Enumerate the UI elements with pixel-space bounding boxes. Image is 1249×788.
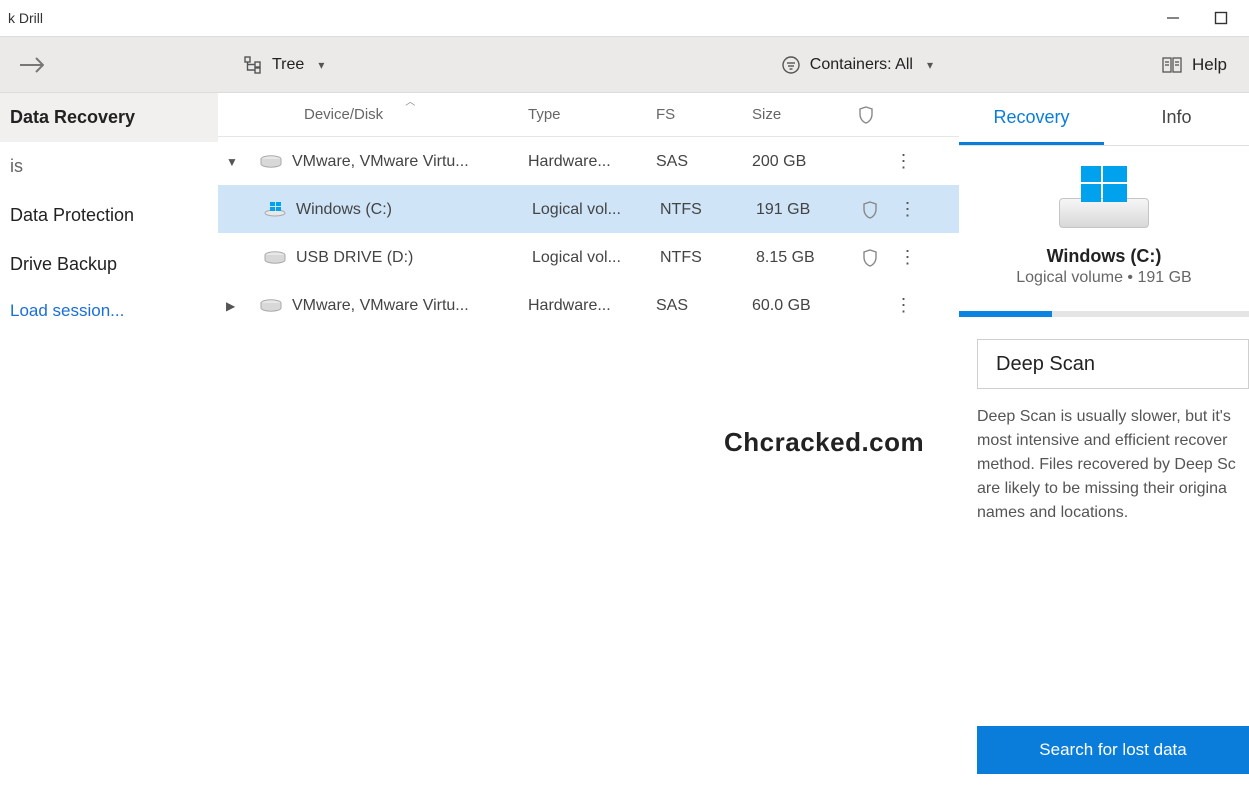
right-panel: Help Recovery Info Windows (C:) Logical … [959, 36, 1249, 788]
tabs: Recovery Info [959, 93, 1249, 146]
title-bar: k Drill [0, 0, 1249, 36]
col-type[interactable]: Type [522, 106, 650, 123]
window-title: k Drill [8, 10, 43, 26]
sidebar-item-data-recovery[interactable]: Data Recovery [0, 93, 218, 142]
device-size: 200 GB [746, 153, 846, 171]
device-fs: SAS [650, 153, 746, 171]
sidebar: Data RecoveryisData ProtectionDrive Back… [0, 36, 218, 788]
containers-dropdown[interactable]: Containers: All ▾ [782, 56, 933, 74]
device-name: USB DRIVE (D:) [296, 249, 413, 267]
scan-mode-select[interactable]: Deep Scan [977, 339, 1249, 389]
load-session-link[interactable]: Load session... [0, 289, 218, 333]
device-size: 191 GB [750, 201, 850, 219]
col-protection[interactable] [846, 106, 886, 124]
sidebar-item-is[interactable]: is [0, 142, 218, 191]
main-content: Tree ▾ Containers: All ▾ Device/Disk︿ Ty… [218, 36, 959, 788]
device-size: 60.0 GB [746, 297, 846, 315]
device-size: 8.15 GB [750, 249, 850, 267]
hdd-icon [260, 298, 282, 314]
expander-icon[interactable]: ▶ [226, 299, 242, 313]
col-size[interactable]: Size [746, 106, 846, 123]
tree-icon [244, 56, 262, 74]
device-visual: Windows (C:) Logical volume • 191 GB [959, 146, 1249, 295]
tab-info[interactable]: Info [1104, 93, 1249, 145]
device-fs: NTFS [654, 249, 750, 267]
toolbar: Tree ▾ Containers: All ▾ [218, 37, 959, 93]
drive-icon [1059, 166, 1149, 228]
minimize-button[interactable] [1165, 10, 1181, 26]
filter-icon [782, 56, 800, 74]
device-title: Windows (C:) [1047, 246, 1162, 267]
tree-dropdown[interactable]: Tree ▾ [244, 56, 324, 74]
sidebar-item-drive-backup[interactable]: Drive Backup [0, 240, 218, 289]
device-type: Hardware... [522, 153, 650, 171]
window-controls [1165, 10, 1249, 26]
maximize-button[interactable] [1213, 10, 1229, 26]
row-menu-button[interactable]: ⋮ [886, 295, 920, 316]
back-button[interactable] [0, 37, 218, 93]
protection-icon [850, 249, 890, 267]
row-menu-button[interactable]: ⋮ [886, 151, 920, 172]
device-fs: NTFS [654, 201, 750, 219]
table-row[interactable]: Windows (C:) Logical vol...NTFS191 GB ⋮ [218, 185, 959, 233]
expander-icon[interactable]: ▼ [226, 155, 242, 169]
chevron-down-icon: ▾ [927, 58, 933, 72]
tab-recovery[interactable]: Recovery [959, 93, 1104, 145]
table-body: ▼VMware, VMware Virtu...Hardware...SAS20… [218, 137, 959, 329]
row-menu-button[interactable]: ⋮ [890, 247, 924, 268]
device-name: VMware, VMware Virtu... [292, 153, 469, 171]
hdd-icon [260, 154, 282, 170]
protection-icon [850, 201, 890, 219]
watermark-text: Chcracked.com [724, 427, 924, 458]
scan-description: Deep Scan is usually slower, but it's mo… [959, 405, 1249, 525]
tree-label: Tree [272, 56, 304, 74]
device-type: Hardware... [522, 297, 650, 315]
sidebar-item-data-protection[interactable]: Data Protection [0, 191, 218, 240]
device-type: Logical vol... [526, 249, 654, 267]
containers-label: Containers: All [810, 56, 913, 74]
table-row[interactable]: USB DRIVE (D:) Logical vol...NTFS8.15 GB ⋮ [218, 233, 959, 281]
windows-drive-icon [264, 202, 286, 218]
table-header: Device/Disk︿ Type FS Size [218, 93, 959, 137]
search-lost-data-button[interactable]: Search for lost data [977, 726, 1249, 774]
device-name: VMware, VMware Virtu... [292, 297, 469, 315]
device-type: Logical vol... [526, 201, 654, 219]
hdd-icon [264, 250, 286, 266]
help-button[interactable]: Help [959, 37, 1249, 93]
chevron-down-icon: ▾ [318, 58, 324, 72]
help-label: Help [1192, 55, 1227, 75]
device-subtitle: Logical volume • 191 GB [1016, 269, 1191, 287]
col-fs[interactable]: FS [650, 106, 746, 123]
table-row[interactable]: ▼ VMware, VMware Virtu... Hardware...SAS20… [218, 137, 959, 185]
row-menu-button[interactable]: ⋮ [890, 199, 924, 220]
device-fs: SAS [650, 297, 746, 315]
table-row[interactable]: ▶ VMware, VMware Virtu... Hardware...SAS60… [218, 281, 959, 329]
usage-bar [959, 311, 1249, 317]
help-icon [1162, 57, 1182, 73]
col-device[interactable]: Device/Disk︿ [254, 106, 522, 123]
device-name: Windows (C:) [296, 201, 392, 219]
